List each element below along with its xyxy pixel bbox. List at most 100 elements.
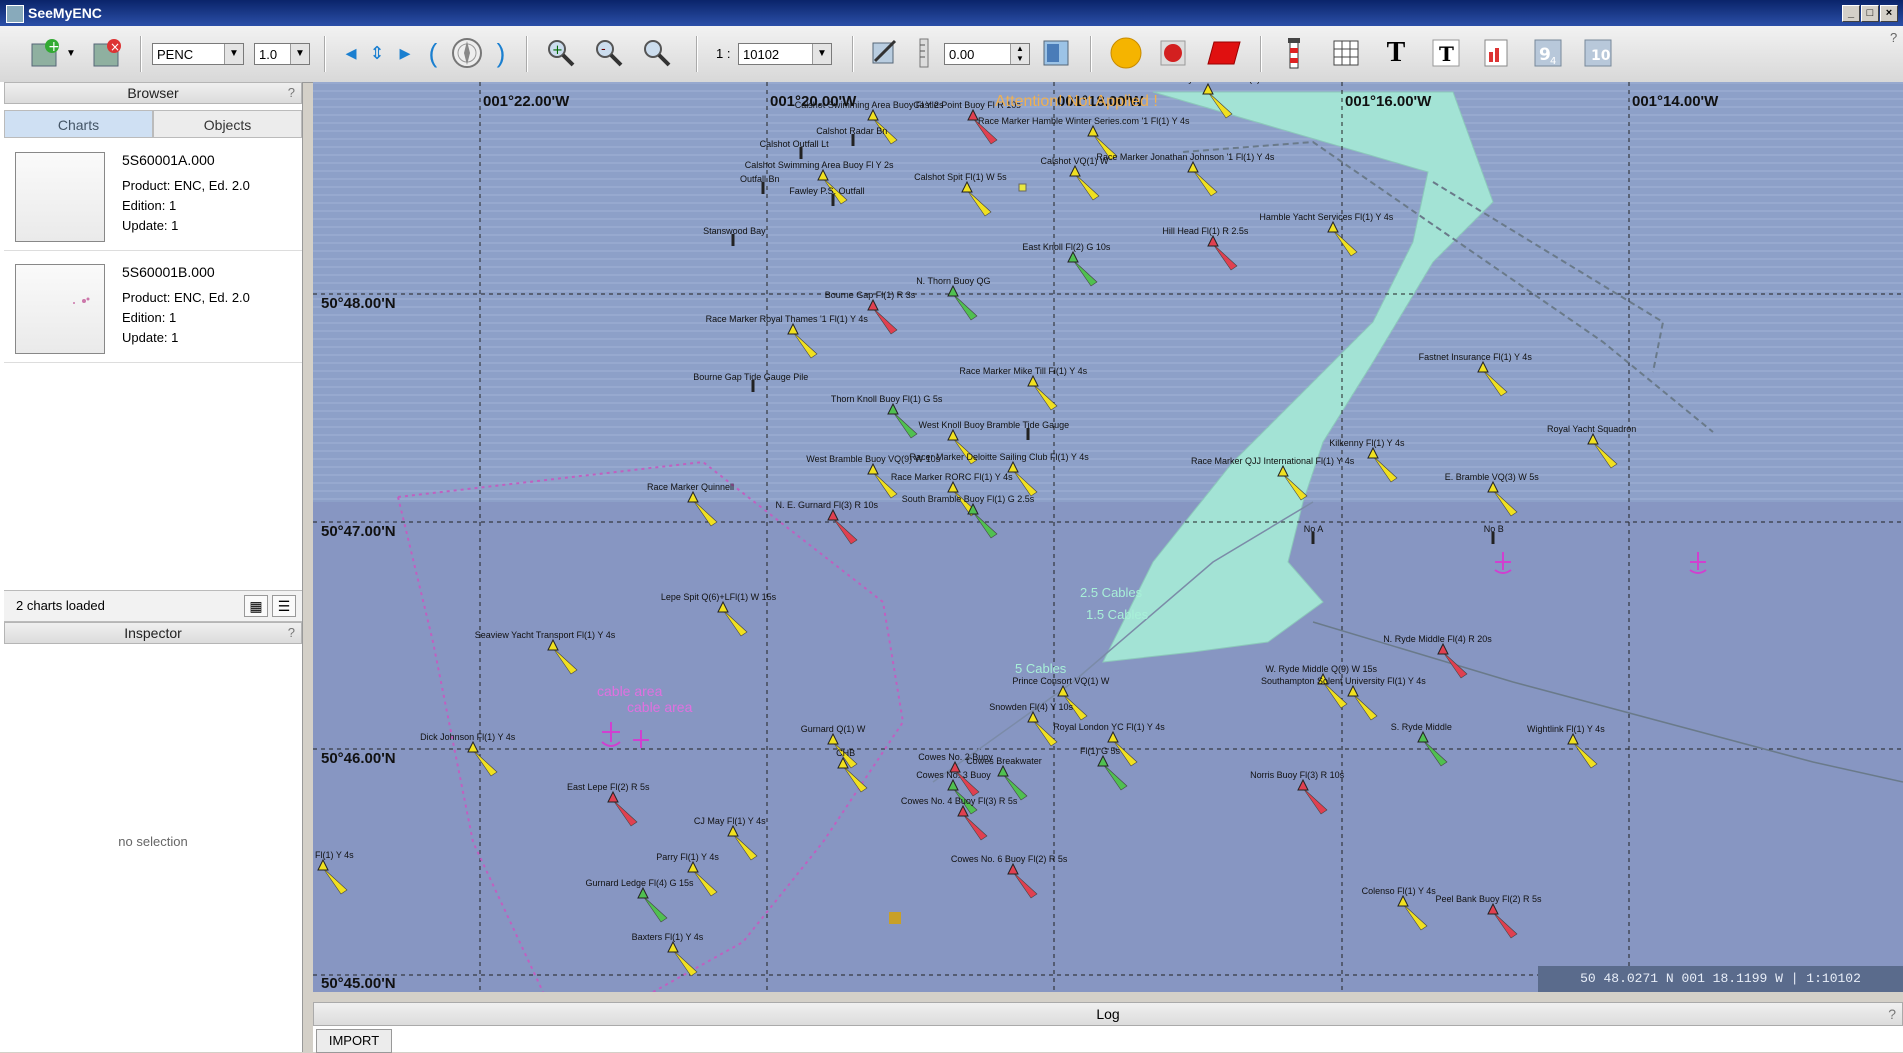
scale-select[interactable]: 10102 ▼	[738, 43, 832, 65]
zoom-reset-icon[interactable]	[638, 34, 676, 72]
list-view-icon[interactable]: ☰	[272, 595, 296, 617]
minimize-button[interactable]: _	[1842, 5, 1860, 22]
feature-label: Racer Marker Deloitte Sailing Club Fl(1)…	[910, 452, 1090, 462]
feature-label: Fastnet Insurance Fl(1) Y 4s	[1419, 352, 1533, 362]
feature-label: East Knoll Fl(2) G 10s	[1022, 242, 1111, 252]
chart-product: Product: ENC, Ed. 2.0	[122, 178, 250, 193]
rotate-cw-icon[interactable]: )	[490, 34, 512, 72]
depth-input[interactable]: 0.00 ▲ ▼	[944, 43, 1030, 65]
cable-area-label: cable area	[627, 699, 693, 715]
lat-label: 50°47.00'N	[321, 523, 396, 540]
chart-name: 5S60001B.000	[122, 264, 215, 280]
feature-label: Dick Johnson Fl(1) Y 4s	[420, 732, 516, 742]
feature-label: Colenso Fl(1) Y 4s	[1362, 886, 1437, 896]
pan-left-icon[interactable]: ◂	[340, 34, 362, 72]
add-chart-icon[interactable]: +	[26, 34, 64, 72]
feature-label: N. Ryde Middle Fl(4) R 20s	[1383, 634, 1492, 644]
pan-updown-icon[interactable]: ⇕	[366, 34, 388, 72]
inspector-help-icon[interactable]: ?	[288, 623, 295, 643]
svg-text:+: +	[552, 43, 563, 58]
remove-chart-icon[interactable]: ×	[88, 34, 126, 72]
record-icon[interactable]	[1156, 34, 1192, 72]
left-panel: Browser ? Charts Objects 5S60001A.000 Pr…	[0, 82, 303, 1052]
zoom-in-icon[interactable]: +	[542, 34, 580, 72]
measure-icon[interactable]	[866, 34, 904, 72]
feature-label: No A	[1304, 524, 1324, 534]
sun-icon[interactable]	[1106, 34, 1146, 72]
lon-label: 001°20.00'W	[770, 93, 857, 110]
feature-label: E. Bramble VQ(3) W 5s	[1445, 472, 1540, 482]
feature-label: N. Thorn Buoy QG	[916, 276, 990, 286]
title-bar: SeeMyENC _ □ ×	[0, 0, 1903, 26]
zoom-out-icon[interactable]: -	[590, 34, 628, 72]
feature-label: Calshot Outfall Lt	[760, 139, 830, 149]
tab-charts[interactable]: Charts	[4, 110, 153, 138]
grid-view-icon[interactable]: ▦	[244, 595, 268, 617]
feature-label: Gurnard Ledge Fl(4) G 15s	[586, 878, 695, 888]
feature-label: Norris Buoy Fl(3) R 10s	[1250, 770, 1345, 780]
feature-label: Cowes No. 6 Buoy Fl(2) R 5s	[951, 854, 1068, 864]
rotate-ccw-icon[interactable]: (	[422, 34, 444, 72]
chart-canvas[interactable]: Calshot Swimming Area Buoy Fl Y 2sCastle…	[313, 82, 1903, 992]
text-icon[interactable]: T	[1378, 34, 1414, 72]
chart-report-icon[interactable]	[1478, 34, 1514, 72]
feature-label: Cowes No. 3 Buoy	[916, 770, 991, 780]
feature-label: Stanswood Bay	[703, 226, 766, 236]
chart-map-view[interactable]: Calshot Swimming Area Buoy Fl Y 2s Castle…	[313, 82, 1903, 992]
mode-select[interactable]: PENC ▼	[152, 43, 244, 65]
feature-label: Cowes No. 4 Buoy Fl(3) R 5s	[901, 796, 1018, 806]
feature-label: Cowes Breakwater	[966, 756, 1042, 766]
feature-label: Snowden Fl(4) Y 10s	[989, 702, 1073, 712]
compass-icon[interactable]	[448, 34, 486, 72]
chart-list-item[interactable]: 5S60001A.000 Product: ENC, Ed. 2.0 Editi…	[4, 140, 302, 251]
lighthouse-icon[interactable]	[1276, 34, 1312, 72]
grid-icon[interactable]	[1328, 34, 1364, 72]
svg-text:×: ×	[110, 40, 120, 54]
feature-label: Race Marker QJJ International Fl(1) Y 4s	[1191, 456, 1355, 466]
feature-label: Southampton Solent University Fl(1) Y 4s	[1261, 676, 1426, 686]
feature-label: Prince Consort VQ(1) W	[1012, 676, 1110, 686]
maximize-button[interactable]: □	[1861, 5, 1879, 22]
charts-status-bar: 2 charts loaded ▦ ☰	[4, 590, 302, 622]
ruler-icon[interactable]	[912, 34, 936, 72]
inspector-title: Inspector	[124, 625, 182, 641]
chart-list-item[interactable]: 5S60001B.000 Product: ENC, Ed. 2.0 Editi…	[4, 252, 302, 363]
range-label: 1.5 Cables	[1086, 607, 1149, 622]
lat-label: 50°46.00'N	[321, 750, 396, 767]
fill-icon[interactable]	[1204, 34, 1244, 72]
soundings-icon[interactable]: 94	[1530, 34, 1566, 72]
pan-right-icon[interactable]: ▸	[394, 34, 416, 72]
log-header: Log ?	[313, 1002, 1903, 1026]
safety-contour-icon[interactable]: 10	[1580, 34, 1616, 72]
feature-label: W. Ryde Middle Q(9) W 15s	[1266, 664, 1378, 674]
add-chart-dropdown[interactable]: ▼	[64, 34, 78, 72]
window-title: SeeMyENC	[28, 5, 102, 21]
feature-label: Race Marker Royal Southern Fl(1) Y 4s	[1123, 82, 1281, 84]
tab-objects[interactable]: Objects	[153, 110, 302, 138]
chart-update: Update: 1	[122, 330, 179, 345]
toolbar-help-icon[interactable]: ?	[1890, 30, 1897, 45]
chart-product: Product: ENC, Ed. 2.0	[122, 290, 250, 305]
text-alt-icon[interactable]: T	[1428, 34, 1464, 72]
feature-label: South Bramble Buoy Fl(1) G 2.5s	[902, 494, 1035, 504]
day-night-icon[interactable]	[1038, 34, 1074, 72]
log-help-icon[interactable]: ?	[1888, 1003, 1896, 1025]
feature-label: Bourne Gap Fl(1) R 3s	[825, 290, 916, 300]
feature-label: Race Marker Jonathan Johnson '1 Fl(1) Y …	[1096, 152, 1274, 162]
import-tab[interactable]: IMPORT	[316, 1029, 392, 1053]
chart-name: 5S60001A.000	[122, 152, 215, 168]
feature-label: Fawley P.S. Outfall	[789, 186, 864, 196]
feature-label: Gurnard Q(1) W	[801, 724, 866, 734]
charts-loaded-label: 2 charts loaded	[16, 598, 105, 613]
feature-label: Race Marker Mike Till Fl(1) Y 4s	[959, 366, 1087, 376]
version-select[interactable]: 1.0 ▼	[254, 43, 310, 65]
close-button[interactable]: ×	[1880, 5, 1898, 22]
chart-edition: Edition: 1	[122, 198, 177, 213]
browser-help-icon[interactable]: ?	[288, 83, 295, 103]
feature-label: Thorn Knoll Buoy Fl(1) G 5s	[831, 394, 943, 404]
cable-area-label: cable area	[597, 683, 663, 699]
marker-square	[1018, 183, 1027, 192]
feature-label: West Knoll Buoy	[919, 420, 985, 430]
svg-text:-: -	[601, 42, 606, 57]
main-toolbar: + ▼ × PENC ▼ 1.0 ▼ ◂ ⇕ ▸ ( ) + - 1 : 10102…	[0, 26, 1903, 83]
